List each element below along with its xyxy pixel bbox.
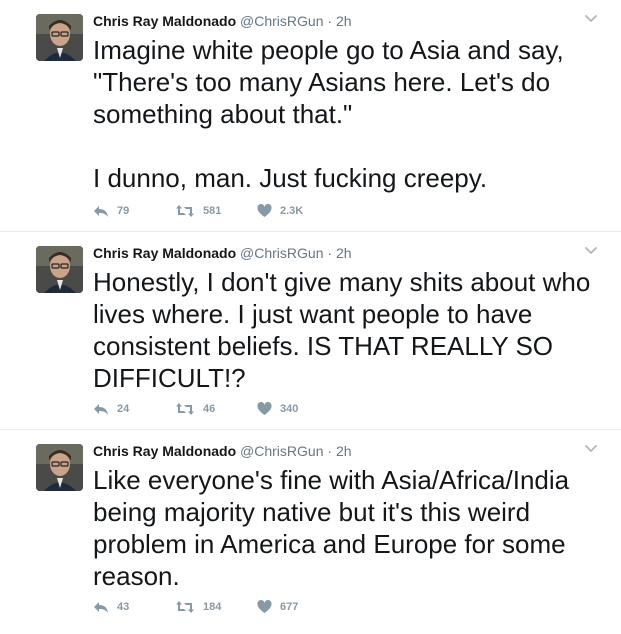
reply-button[interactable]: 43 [93,600,175,614]
chevron-down-icon[interactable] [583,242,599,258]
tweet-actions: 24 46 340 [93,400,339,418]
reply-icon [94,404,108,415]
separator-dot: · [327,13,333,29]
tweet-header: Chris Ray Maldonado @ChrisRGun · 2h [93,12,352,30]
tweet-text: Honestly, I don't give many shits about … [93,267,591,393]
retweet-count: 46 [203,403,216,415]
chevron-down-icon[interactable] [583,10,599,26]
display-name[interactable]: Chris Ray Maldonado [93,245,236,261]
display-name[interactable]: Chris Ray Maldonado [93,443,236,459]
reply-button[interactable]: 24 [93,402,175,416]
tweet-timestamp[interactable]: 2h [336,443,352,459]
like-button[interactable]: 340 [257,402,339,416]
reply-count: 43 [117,601,130,613]
user-handle[interactable]: @ChrisRGun [240,443,323,459]
separator-dot: · [327,245,333,261]
tweet-text: Imagine white people go to Asia and say,… [93,35,564,193]
tweet-actions: 43 184 677 [93,598,339,616]
tweet-header: Chris Ray Maldonado @ChrisRGun · 2h [93,244,352,262]
reply-count: 24 [117,403,130,415]
display-name[interactable]: Chris Ray Maldonado [93,13,236,29]
retweet-icon [176,601,194,613]
reply-icon [94,602,108,613]
reply-button[interactable]: 79 [93,204,175,218]
retweet-button[interactable]: 46 [175,402,257,416]
retweet-count: 581 [203,205,222,217]
retweet-icon [176,205,194,217]
tweet-timestamp[interactable]: 2h [336,245,352,261]
like-button[interactable]: 2.3K [257,204,339,218]
tweet-timestamp[interactable]: 2h [336,13,352,29]
like-count: 2.3K [280,205,304,217]
heart-icon [257,600,272,613]
retweet-icon [176,403,194,415]
user-handle[interactable]: @ChrisRGun [240,245,323,261]
tweet[interactable]: Chris Ray Maldonado @ChrisRGun · 2h Imag… [0,0,621,232]
user-avatar[interactable] [36,14,83,61]
reply-count: 79 [117,205,130,217]
tweet-header: Chris Ray Maldonado @ChrisRGun · 2h [93,442,352,460]
like-count: 677 [280,601,299,613]
chevron-down-icon[interactable] [583,440,599,456]
retweet-button[interactable]: 581 [175,204,257,218]
user-handle[interactable]: @ChrisRGun [240,13,323,29]
tweet-text: Like everyone's fine with Asia/Africa/In… [93,465,570,591]
reply-icon [94,206,108,217]
like-button[interactable]: 677 [257,600,339,614]
tweet[interactable]: Chris Ray Maldonado @ChrisRGun · 2h Like… [0,430,621,634]
retweet-count: 184 [203,601,222,613]
tweet-timeline: Chris Ray Maldonado @ChrisRGun · 2h Imag… [0,0,621,634]
retweet-button[interactable]: 184 [175,600,257,614]
separator-dot: · [327,443,333,459]
tweet-actions: 79 581 2.3K [93,202,339,220]
like-count: 340 [280,403,299,415]
user-avatar[interactable] [36,444,83,491]
user-avatar[interactable] [36,246,83,293]
tweet[interactable]: Chris Ray Maldonado @ChrisRGun · 2h Hone… [0,232,621,430]
heart-icon [257,204,272,217]
heart-icon [257,402,272,415]
